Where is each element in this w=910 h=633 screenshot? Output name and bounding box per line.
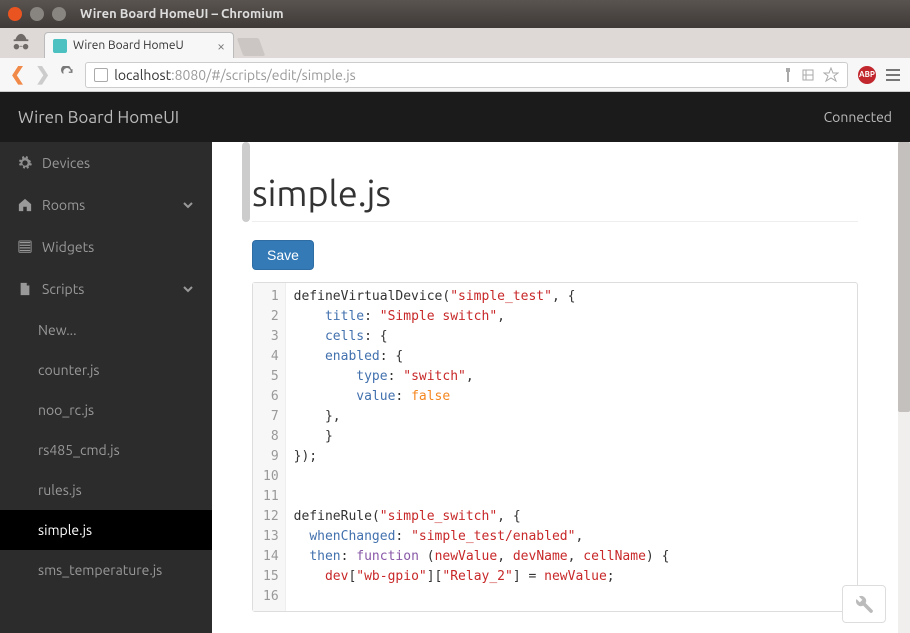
editor-code[interactable]: defineVirtualDevice("simple_test", { tit… (286, 283, 857, 611)
editor-gutter: 12345678910111213141516 (253, 283, 286, 611)
home-icon (18, 198, 32, 212)
tab-title: Wiren Board HomeU (73, 39, 184, 52)
nav-forward-button[interactable]: ❯ (35, 64, 50, 85)
sidebar-label: Rooms (42, 197, 85, 213)
tab-favicon-icon (53, 39, 67, 53)
file-icon (18, 282, 32, 296)
browser-tabstrip: Wiren Board HomeU × (0, 28, 910, 58)
sidebar-script-item[interactable]: sms_temperature.js (0, 550, 212, 590)
main-content: simple.js Save 12345678910111213141516 d… (212, 142, 910, 633)
save-button[interactable]: Save (252, 240, 314, 270)
scrollbar-vertical[interactable] (898, 142, 910, 633)
sidebar-script-item[interactable]: noo_rc.js (0, 390, 212, 430)
sidebar-script-item[interactable]: counter.js (0, 350, 212, 390)
app-header: Wiren Board HomeUI Connected (0, 92, 910, 142)
browser-menu-button[interactable] (886, 69, 900, 81)
sidebar-item-scripts[interactable]: Scripts (0, 268, 212, 310)
addr-path: :8080/#/scripts/edit/simple.js (171, 67, 356, 83)
sidebar-item-widgets[interactable]: Widgets (0, 226, 212, 268)
code-editor[interactable]: 12345678910111213141516 defineVirtualDev… (252, 282, 858, 612)
gear-icon (18, 156, 32, 170)
abp-extension-icon[interactable]: ABP (858, 66, 876, 84)
title-rule (252, 221, 858, 222)
app-brand[interactable]: Wiren Board HomeUI (18, 108, 179, 127)
scrollbar-thumb[interactable] (898, 142, 910, 412)
sidebar-label: Scripts (42, 281, 84, 297)
browser-tab[interactable]: Wiren Board HomeU × (44, 32, 234, 58)
wrench-icon (854, 594, 874, 614)
sidebar: Devices Rooms Widgets Scripts New...coun… (0, 142, 212, 633)
tab-close-icon[interactable]: × (217, 38, 225, 54)
translate-icon[interactable] (801, 68, 815, 82)
sidebar-script-item[interactable]: New... (0, 310, 212, 350)
window-maximize-button[interactable] (52, 7, 66, 21)
bookmark-star-icon[interactable] (823, 67, 839, 83)
window-minimize-button[interactable] (30, 7, 44, 21)
sidebar-item-devices[interactable]: Devices (0, 142, 212, 184)
site-info-icon[interactable] (94, 68, 108, 82)
nav-back-button[interactable]: ❮ (10, 64, 25, 85)
new-tab-button[interactable] (237, 38, 266, 56)
sidebar-script-item[interactable]: simple.js (0, 510, 212, 550)
window-titlebar: Wiren Board HomeUI – Chromium (0, 0, 910, 28)
browser-toolbar: ❮ ❯ localhost :8080/#/scripts/edit/simpl… (0, 58, 910, 92)
sidebar-label: Devices (42, 155, 90, 171)
chevron-down-icon (182, 199, 194, 211)
incognito-icon (10, 32, 32, 54)
sidebar-script-item[interactable]: rules.js (0, 470, 212, 510)
list-icon (18, 240, 32, 254)
tools-button[interactable] (842, 585, 886, 623)
sidebar-script-item[interactable]: rs485_cmd.js (0, 430, 212, 470)
chevron-down-icon (182, 283, 194, 295)
address-bar[interactable]: localhost :8080/#/scripts/edit/simple.js (85, 62, 848, 88)
sidebar-label: Widgets (42, 239, 94, 255)
app-root: Wiren Board HomeUI Connected Devices Roo… (0, 92, 910, 633)
connection-status: Connected (824, 109, 892, 125)
addr-host: localhost (114, 67, 171, 83)
reload-button[interactable] (60, 66, 75, 84)
page-title: simple.js (252, 172, 858, 213)
key-icon[interactable] (783, 68, 793, 82)
window-title: Wiren Board HomeUI – Chromium (80, 7, 284, 21)
sidebar-item-rooms[interactable]: Rooms (0, 184, 212, 226)
window-close-button[interactable] (8, 7, 22, 21)
